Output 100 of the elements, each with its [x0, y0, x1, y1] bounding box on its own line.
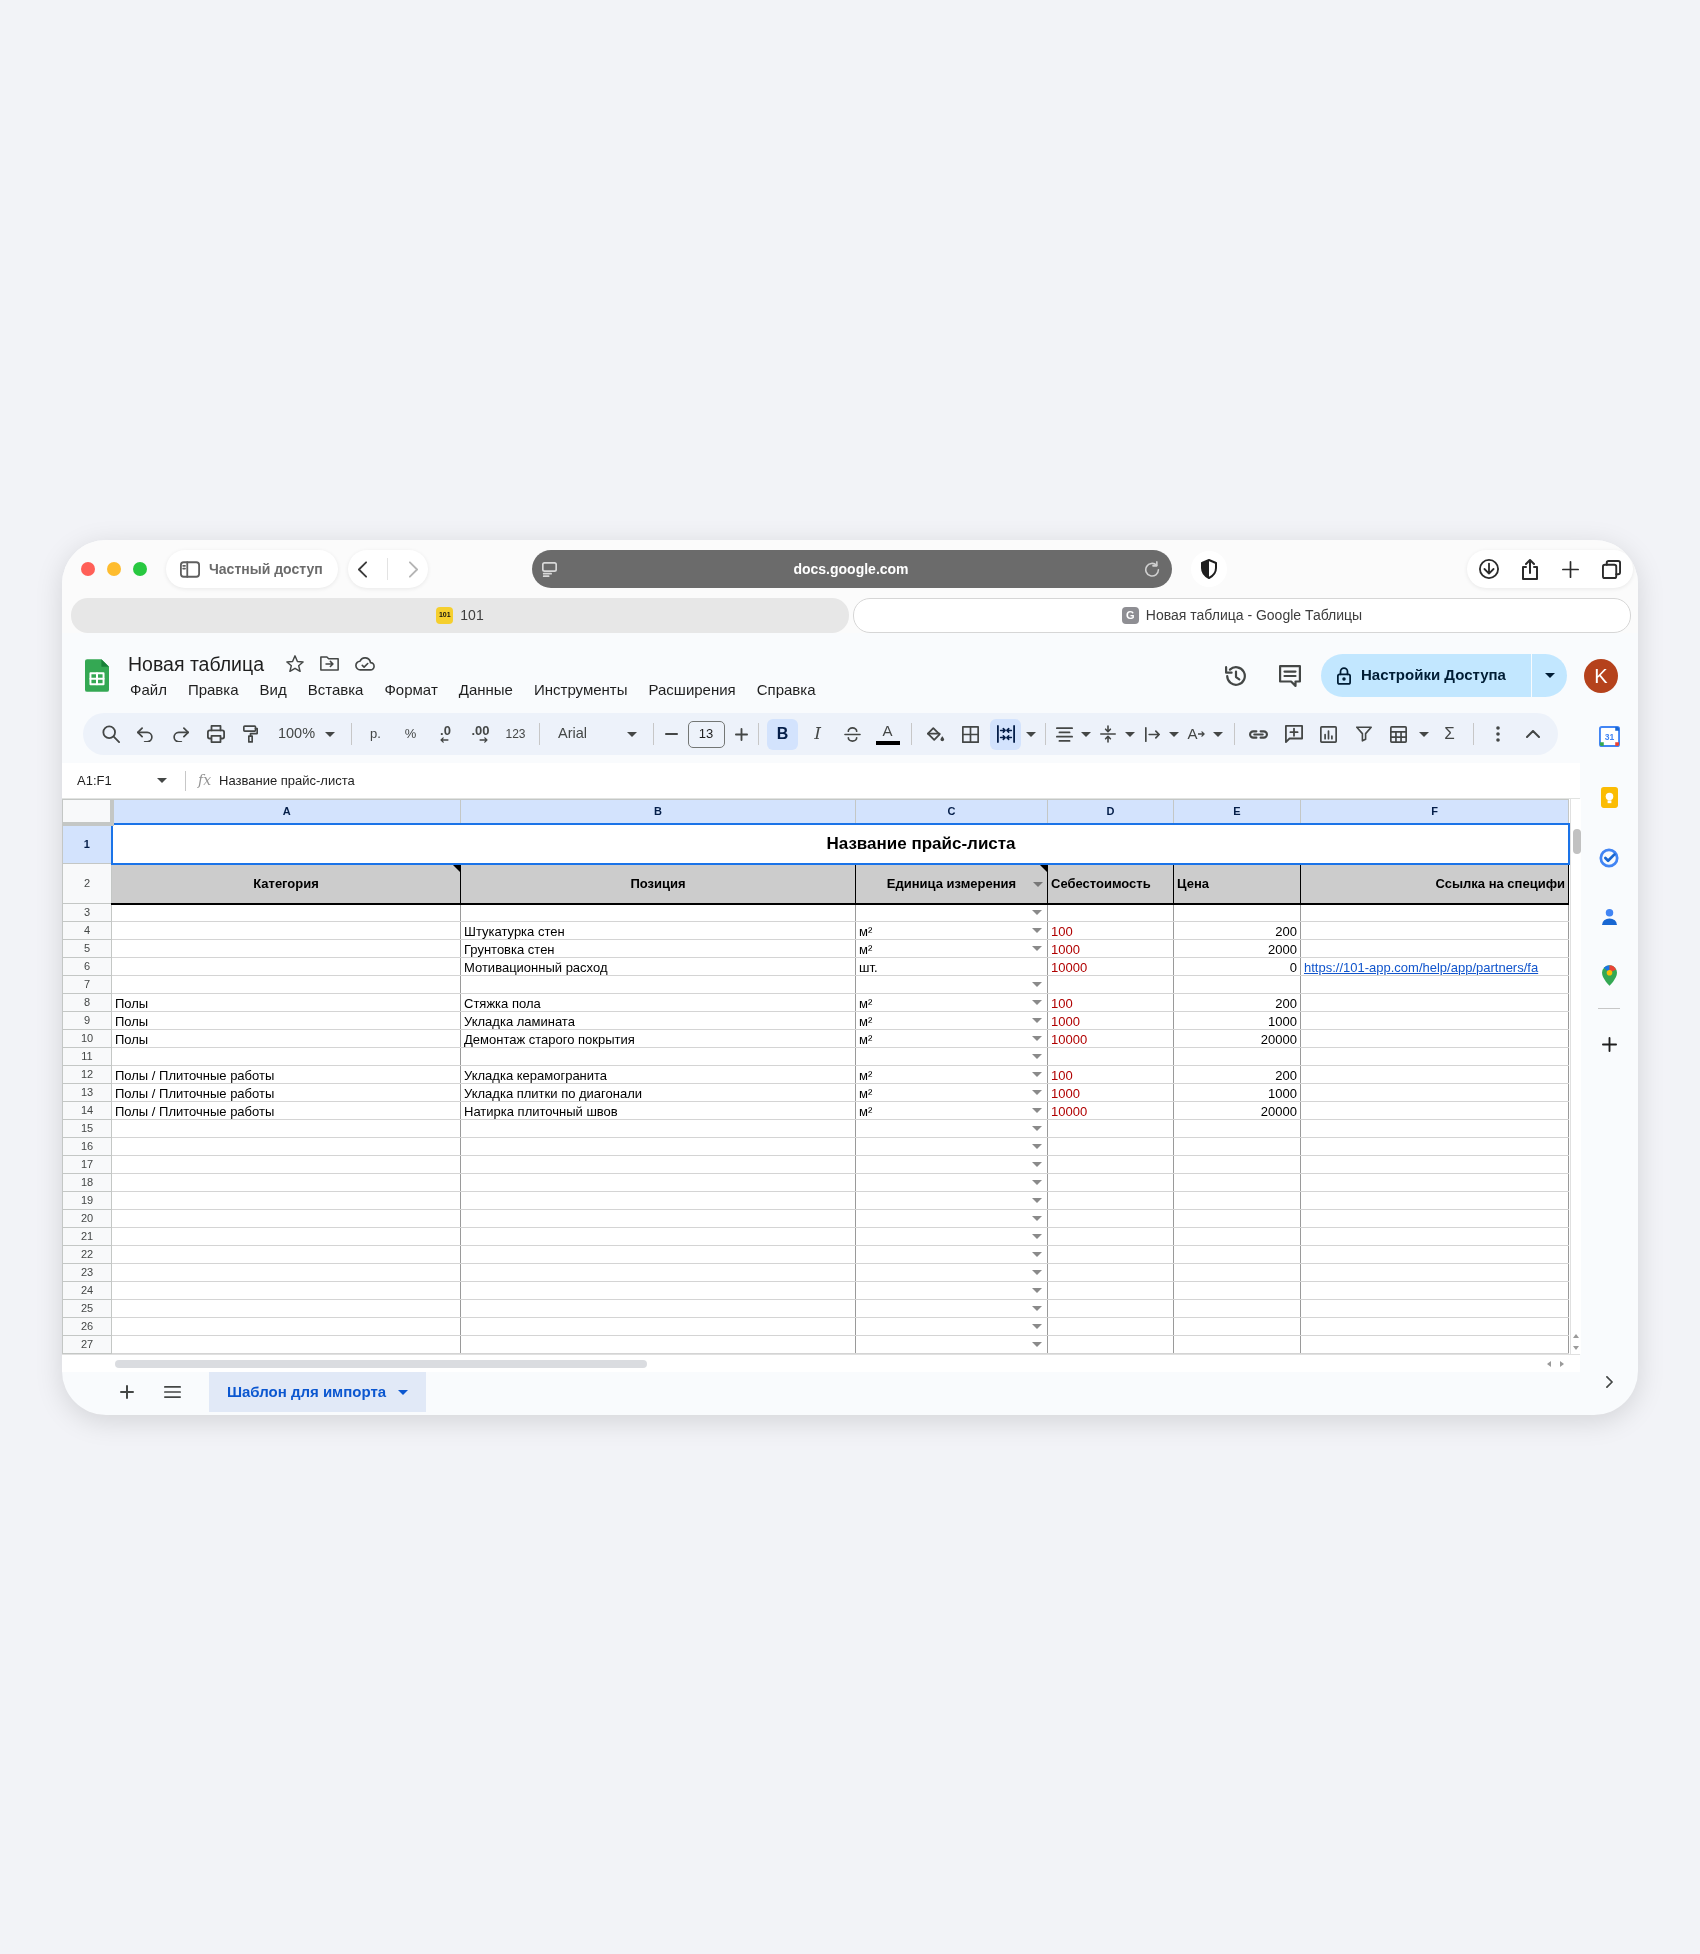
map-pin-icon[interactable]: [1601, 965, 1617, 986]
dropdown-caret-icon[interactable]: [1032, 1288, 1042, 1293]
scrollbar-thumb[interactable]: [115, 1359, 647, 1368]
functions-button[interactable]: Σ: [1444, 721, 1455, 747]
column-header[interactable]: B: [460, 799, 856, 824]
filter-icon[interactable]: [1355, 726, 1372, 742]
collapse-icon[interactable]: [1525, 730, 1540, 738]
menu-item[interactable]: Данные: [458, 678, 513, 701]
cloud-check-icon[interactable]: [355, 656, 376, 671]
dropdown-caret-icon[interactable]: [1032, 1054, 1042, 1059]
calendar-icon[interactable]: 31: [1598, 726, 1620, 747]
dropdown-caret-icon[interactable]: [1032, 1036, 1042, 1041]
check-circle-icon[interactable]: [1599, 848, 1619, 868]
scroll-right-icon[interactable]: [1560, 1360, 1564, 1367]
menu-item[interactable]: Формат: [384, 678, 438, 701]
sidebar-button[interactable]: Частный доступ: [166, 550, 338, 588]
text-rotation-button[interactable]: A: [1187, 722, 1205, 746]
address-bar[interactable]: docs.google.com: [532, 550, 1172, 588]
add-comment-icon[interactable]: [1284, 725, 1303, 743]
star-icon[interactable]: [286, 655, 305, 672]
font-dropdown[interactable]: Arial: [546, 719, 647, 749]
menu-item[interactable]: Правка: [187, 678, 239, 701]
dropdown-caret-icon[interactable]: [1032, 946, 1042, 951]
dropdown-caret-icon[interactable]: [1032, 1108, 1042, 1113]
caret-icon[interactable]: [1169, 731, 1179, 737]
chevron-right-icon[interactable]: [1605, 1376, 1613, 1388]
column-header[interactable]: C: [855, 799, 1048, 824]
download-icon[interactable]: [1478, 559, 1499, 579]
percent-format-button[interactable]: %: [404, 724, 417, 744]
caret-icon[interactable]: [1213, 731, 1223, 737]
sheet-tab[interactable]: Шаблон для импорта: [209, 1372, 426, 1412]
table-icon[interactable]: [1390, 725, 1407, 743]
dropdown-caret-icon[interactable]: [1032, 1270, 1042, 1275]
document-title[interactable]: Новая таблица: [128, 650, 265, 677]
italic-button[interactable]: I: [802, 718, 833, 750]
dropdown-caret-icon[interactable]: [1032, 982, 1042, 987]
user-avatar[interactable]: K: [1584, 658, 1618, 693]
dropdown-caret-icon[interactable]: [1033, 881, 1043, 887]
number-format-button[interactable]: 123: [505, 725, 526, 743]
dropdown-caret-icon[interactable]: [1032, 1000, 1042, 1005]
person-icon[interactable]: [1601, 908, 1617, 925]
dropdown-caret-icon[interactable]: [1032, 1126, 1042, 1131]
menu-item[interactable]: Вставка: [307, 678, 364, 701]
dropdown-caret-icon[interactable]: [1032, 1216, 1042, 1221]
spreadsheet-logo-icon[interactable]: [85, 659, 109, 692]
align-icon[interactable]: [1055, 726, 1073, 742]
font-size-field[interactable]: 13: [687, 720, 725, 748]
borders-icon[interactable]: [962, 725, 979, 743]
dropdown-caret-icon[interactable]: [1032, 1342, 1042, 1347]
plus-icon[interactable]: [120, 1385, 134, 1399]
share-button[interactable]: Настройки Доступа: [1321, 654, 1531, 697]
caret-icon[interactable]: [1081, 731, 1091, 737]
caret-icon[interactable]: [1419, 731, 1429, 737]
row-header[interactable]: 2: [62, 863, 112, 904]
dropdown-caret-icon[interactable]: [1032, 1324, 1042, 1329]
column-header[interactable]: F: [1300, 799, 1569, 824]
browser-tab[interactable]: G Новая таблица - Google Таблицы: [853, 598, 1631, 633]
currency-format-button[interactable]: р.: [370, 724, 381, 744]
dropdown-caret-icon[interactable]: [1032, 1162, 1042, 1167]
merge-cells-button[interactable]: [990, 718, 1021, 750]
scroll-left-icon[interactable]: [1547, 1360, 1551, 1367]
dropdown-caret-icon[interactable]: [1032, 1306, 1042, 1311]
more-icon[interactable]: [1495, 726, 1500, 742]
scroll-up-icon[interactable]: [1572, 1334, 1579, 1338]
row-header[interactable]: 1: [62, 823, 112, 864]
scrollbar-thumb[interactable]: [1572, 829, 1581, 854]
column-header[interactable]: E: [1173, 799, 1301, 824]
name-box[interactable]: A1:F1: [77, 767, 167, 794]
scroll-down-icon[interactable]: [1572, 1346, 1579, 1350]
dropdown-caret-icon[interactable]: [1032, 928, 1042, 933]
search-icon[interactable]: [101, 725, 120, 743]
minus-icon[interactable]: [664, 733, 678, 735]
text-wrap-icon[interactable]: [1144, 726, 1160, 742]
menu-icon[interactable]: [164, 1386, 181, 1398]
menu-item[interactable]: Инструменты: [533, 678, 628, 701]
tabs-overview-icon[interactable]: [1602, 559, 1622, 579]
text-color-button[interactable]: A: [873, 719, 902, 749]
vertical-align-icon[interactable]: [1100, 725, 1116, 743]
history-icon[interactable]: [1225, 664, 1247, 687]
undo-icon[interactable]: [137, 726, 154, 742]
caret-icon[interactable]: [1026, 731, 1036, 737]
dropdown-caret-icon[interactable]: [1032, 1234, 1042, 1239]
strikethrough-icon[interactable]: [844, 726, 861, 742]
title-cell[interactable]: Название прайс-листа: [111, 823, 1569, 864]
dropdown-caret-icon[interactable]: [1032, 1144, 1042, 1149]
back-icon[interactable]: [358, 560, 368, 578]
column-header[interactable]: A: [111, 799, 461, 824]
increase-decimal-button[interactable]: .00: [471, 725, 490, 743]
reload-icon[interactable]: [1145, 561, 1160, 577]
print-icon[interactable]: [206, 725, 225, 743]
formula-field[interactable]: Название прайс-листа: [219, 770, 355, 791]
bold-button[interactable]: B: [767, 718, 798, 750]
plus-icon[interactable]: [734, 727, 748, 741]
dropdown-caret-icon[interactable]: [1032, 1180, 1042, 1185]
menu-item[interactable]: Вид: [259, 678, 287, 701]
chart-icon[interactable]: [1320, 725, 1337, 743]
link-icon[interactable]: [1249, 729, 1268, 739]
close-window-icon[interactable]: [81, 562, 95, 576]
dropdown-caret-icon[interactable]: [1032, 1072, 1042, 1077]
decrease-decimal-button[interactable]: .0: [440, 725, 451, 743]
